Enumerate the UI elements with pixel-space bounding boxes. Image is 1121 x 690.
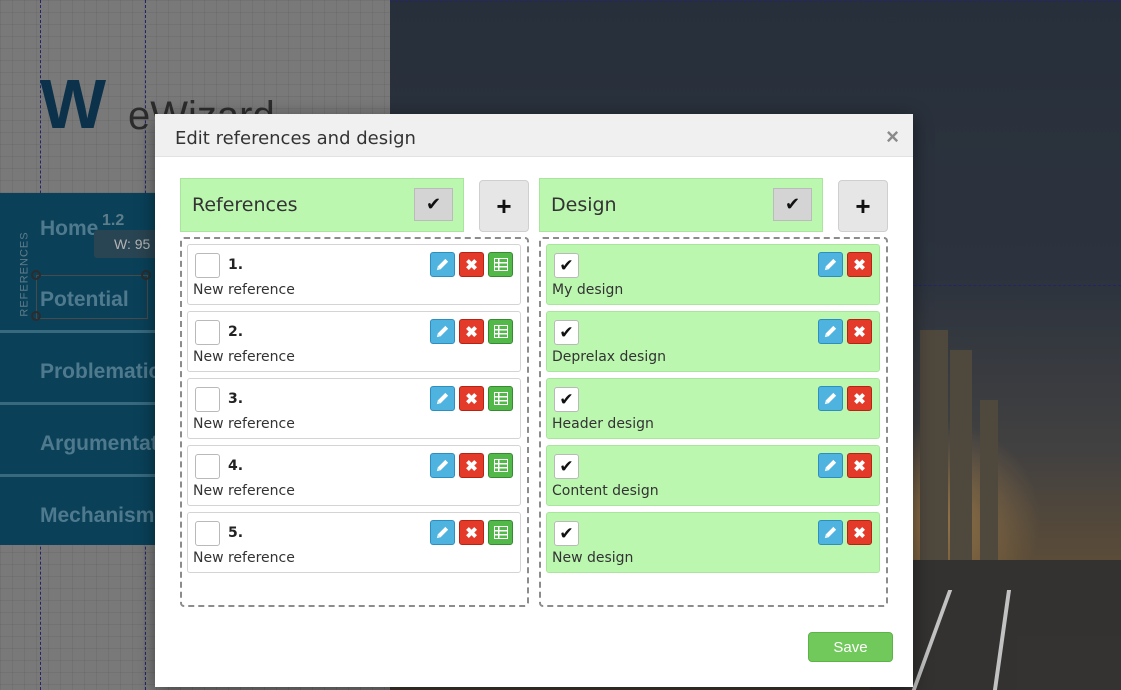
references-check-all-button[interactable]: ✔ (414, 188, 453, 221)
edit-references-dialog: Edit references and design × References … (155, 114, 913, 687)
design-checkbox[interactable]: ✔ (554, 387, 579, 412)
item-actions: ✖ (818, 252, 872, 277)
reference-number: 4. (228, 458, 244, 474)
reference-checkbox[interactable] (195, 521, 220, 546)
x-icon[interactable]: ✖ (459, 319, 484, 344)
pencil-icon[interactable] (430, 520, 455, 545)
design-header: Design ✔ (539, 178, 823, 232)
x-icon[interactable]: ✖ (847, 319, 872, 344)
x-icon[interactable]: ✖ (847, 453, 872, 478)
x-icon[interactable]: ✖ (847, 252, 872, 277)
item-actions: ✖ (430, 453, 513, 478)
list-item: ✔ My design ✖ (546, 244, 880, 305)
reference-name: New reference (193, 282, 295, 298)
design-name: My design (552, 282, 624, 298)
design-name: Header design (552, 416, 654, 432)
design-checkbox[interactable]: ✔ (554, 320, 579, 345)
dialog-title: Edit references and design (175, 128, 416, 149)
design-title: Design (551, 194, 617, 216)
item-actions: ✖ (430, 252, 513, 277)
reference-name: New reference (193, 416, 295, 432)
pencil-icon[interactable] (818, 319, 843, 344)
table-icon[interactable] (488, 386, 513, 411)
design-name: Content design (552, 483, 659, 499)
list-item: ✔ Deprelax design ✖ (546, 311, 880, 372)
reference-name: New reference (193, 349, 295, 365)
pencil-icon[interactable] (430, 453, 455, 478)
design-checkbox[interactable]: ✔ (554, 454, 579, 479)
reference-checkbox[interactable] (195, 320, 220, 345)
references-title: References (192, 194, 298, 216)
design-list: ✔ My design ✖ ✔ Deprelax design ✖ ✔ Header desi… (539, 237, 888, 607)
reference-number: 5. (228, 525, 244, 541)
design-check-all-button[interactable]: ✔ (773, 188, 812, 221)
item-actions: ✖ (430, 319, 513, 344)
add-design-button[interactable]: + (838, 180, 888, 232)
reference-number: 2. (228, 324, 244, 340)
list-item: 5. New reference ✖ (187, 512, 521, 573)
table-icon[interactable] (488, 252, 513, 277)
x-icon[interactable]: ✖ (459, 520, 484, 545)
pencil-icon[interactable] (818, 386, 843, 411)
reference-number: 3. (228, 391, 244, 407)
list-item: ✔ New design ✖ (546, 512, 880, 573)
table-icon[interactable] (488, 319, 513, 344)
reference-number: 1. (228, 257, 244, 273)
item-actions: ✖ (430, 520, 513, 545)
table-icon[interactable] (488, 520, 513, 545)
close-icon[interactable]: × (886, 124, 899, 150)
item-actions: ✖ (818, 520, 872, 545)
save-button[interactable]: Save (808, 632, 893, 662)
pencil-icon[interactable] (818, 252, 843, 277)
references-header: References ✔ (180, 178, 464, 232)
pencil-icon[interactable] (430, 252, 455, 277)
item-actions: ✖ (818, 386, 872, 411)
design-name: New design (552, 550, 634, 566)
x-icon[interactable]: ✖ (847, 386, 872, 411)
x-icon[interactable]: ✖ (459, 453, 484, 478)
item-actions: ✖ (430, 386, 513, 411)
x-icon[interactable]: ✖ (459, 386, 484, 411)
list-item: 4. New reference ✖ (187, 445, 521, 506)
reference-name: New reference (193, 550, 295, 566)
item-actions: ✖ (818, 319, 872, 344)
list-item: ✔ Header design ✖ (546, 378, 880, 439)
design-checkbox[interactable]: ✔ (554, 253, 579, 278)
dialog-header: Edit references and design × (155, 114, 913, 157)
add-reference-button[interactable]: + (479, 180, 529, 232)
x-icon[interactable]: ✖ (459, 252, 484, 277)
item-actions: ✖ (818, 453, 872, 478)
list-item: ✔ Content design ✖ (546, 445, 880, 506)
list-item: 3. New reference ✖ (187, 378, 521, 439)
pencil-icon[interactable] (430, 386, 455, 411)
design-name: Deprelax design (552, 349, 666, 365)
list-item: 1. New reference ✖ (187, 244, 521, 305)
reference-name: New reference (193, 483, 295, 499)
x-icon[interactable]: ✖ (847, 520, 872, 545)
pencil-icon[interactable] (818, 453, 843, 478)
reference-checkbox[interactable] (195, 253, 220, 278)
reference-checkbox[interactable] (195, 387, 220, 412)
pencil-icon[interactable] (430, 319, 455, 344)
pencil-icon[interactable] (818, 520, 843, 545)
list-item: 2. New reference ✖ (187, 311, 521, 372)
table-icon[interactable] (488, 453, 513, 478)
reference-checkbox[interactable] (195, 454, 220, 479)
references-list: 1. New reference ✖ 2. New reference ✖ 3. New re… (180, 237, 529, 607)
design-checkbox[interactable]: ✔ (554, 521, 579, 546)
